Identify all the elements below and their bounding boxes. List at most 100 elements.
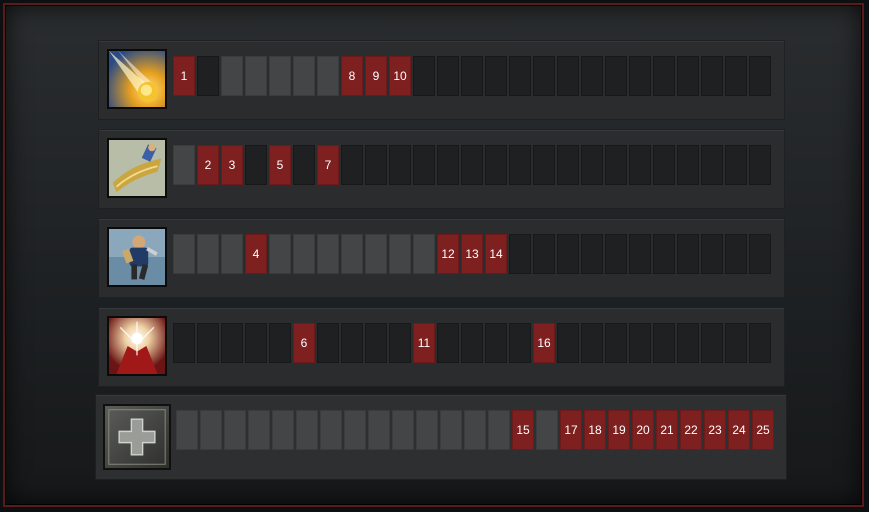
skill-level-slot[interactable]: [605, 234, 627, 274]
plus-icon[interactable]: [103, 404, 171, 470]
skill-level-slot[interactable]: 5: [269, 145, 291, 185]
skill-level-slot[interactable]: 13: [461, 234, 483, 274]
skill-level-slot[interactable]: [749, 145, 771, 185]
skill-level-slot[interactable]: [317, 56, 339, 96]
skill-level-slot[interactable]: [605, 145, 627, 185]
attribute-level-slot[interactable]: [176, 410, 198, 450]
skill-level-slot[interactable]: [437, 323, 459, 363]
skill-level-slot[interactable]: [365, 323, 387, 363]
skill-level-slot[interactable]: 1: [173, 56, 195, 96]
skill-level-slot[interactable]: [677, 145, 699, 185]
skill-level-slot[interactable]: [581, 323, 603, 363]
attribute-level-slot[interactable]: 19: [608, 410, 630, 450]
attribute-level-slot[interactable]: [224, 410, 246, 450]
skill-level-slot[interactable]: [365, 145, 387, 185]
skill-level-slot[interactable]: [173, 145, 195, 185]
skill-level-slot[interactable]: [341, 234, 363, 274]
skill-level-slot[interactable]: [245, 56, 267, 96]
skill-level-slot[interactable]: [389, 234, 411, 274]
skill-level-slot[interactable]: [581, 56, 603, 96]
skill-level-slot[interactable]: [581, 145, 603, 185]
skill-level-slot[interactable]: [173, 323, 195, 363]
skill-level-slot[interactable]: [293, 56, 315, 96]
attribute-level-slot[interactable]: 18: [584, 410, 606, 450]
skill-level-slot[interactable]: [341, 145, 363, 185]
skill-level-slot[interactable]: [197, 234, 219, 274]
skill-level-slot[interactable]: [293, 234, 315, 274]
skill-level-slot[interactable]: [221, 323, 243, 363]
skill-level-slot[interactable]: [629, 145, 651, 185]
skill-level-slot[interactable]: [461, 56, 483, 96]
skill-level-slot[interactable]: [221, 234, 243, 274]
skill-level-slot[interactable]: [197, 323, 219, 363]
skill-level-slot[interactable]: [533, 145, 555, 185]
skill-level-slot[interactable]: 11: [413, 323, 435, 363]
skill-level-slot[interactable]: [485, 56, 507, 96]
skill-level-slot[interactable]: [437, 56, 459, 96]
skill-level-slot[interactable]: [341, 323, 363, 363]
skill-level-slot[interactable]: 12: [437, 234, 459, 274]
attribute-level-slot[interactable]: [272, 410, 294, 450]
skill-level-slot[interactable]: 10: [389, 56, 411, 96]
skill-level-slot[interactable]: [509, 56, 531, 96]
skill-level-slot[interactable]: [365, 234, 387, 274]
attribute-level-slot[interactable]: 22: [680, 410, 702, 450]
attribute-level-slot[interactable]: 24: [728, 410, 750, 450]
skill-level-slot[interactable]: [317, 234, 339, 274]
attribute-level-slot[interactable]: 20: [632, 410, 654, 450]
skill-level-slot[interactable]: [389, 145, 411, 185]
skill-level-slot[interactable]: [485, 145, 507, 185]
skill-level-slot[interactable]: [269, 323, 291, 363]
skill-level-slot[interactable]: [437, 145, 459, 185]
skill-level-slot[interactable]: [293, 145, 315, 185]
skill-level-slot[interactable]: [725, 145, 747, 185]
attribute-level-slot[interactable]: [536, 410, 558, 450]
skill-level-slot[interactable]: [701, 56, 723, 96]
skill-level-slot[interactable]: [221, 56, 243, 96]
golden-cleave-icon[interactable]: [107, 138, 167, 198]
attribute-level-slot[interactable]: [392, 410, 414, 450]
skill-level-slot[interactable]: [749, 234, 771, 274]
skill-level-slot[interactable]: [701, 323, 723, 363]
attribute-level-slot[interactable]: [464, 410, 486, 450]
skill-level-slot[interactable]: [677, 234, 699, 274]
skill-level-slot[interactable]: [749, 323, 771, 363]
skill-level-slot[interactable]: [557, 323, 579, 363]
skill-level-slot[interactable]: [629, 56, 651, 96]
warrior-rush-icon[interactable]: [107, 227, 167, 287]
skill-level-slot[interactable]: [653, 323, 675, 363]
skill-level-slot[interactable]: [653, 56, 675, 96]
skill-level-slot[interactable]: [245, 145, 267, 185]
skill-level-slot[interactable]: [269, 56, 291, 96]
skill-level-slot[interactable]: [557, 145, 579, 185]
skill-level-slot[interactable]: [413, 234, 435, 274]
skill-level-slot[interactable]: 6: [293, 323, 315, 363]
skill-level-slot[interactable]: [605, 323, 627, 363]
skill-level-slot[interactable]: [533, 234, 555, 274]
skill-level-slot[interactable]: 2: [197, 145, 219, 185]
skill-level-slot[interactable]: 16: [533, 323, 555, 363]
skill-level-slot[interactable]: [509, 145, 531, 185]
skill-level-slot[interactable]: [413, 56, 435, 96]
skill-level-slot[interactable]: [749, 56, 771, 96]
skill-level-slot[interactable]: 3: [221, 145, 243, 185]
skill-level-slot[interactable]: [317, 323, 339, 363]
skill-level-slot[interactable]: [653, 145, 675, 185]
attribute-level-slot[interactable]: 17: [560, 410, 582, 450]
skill-level-slot[interactable]: [413, 145, 435, 185]
attribute-level-slot[interactable]: 25: [752, 410, 774, 450]
skill-level-slot[interactable]: [701, 234, 723, 274]
skill-level-slot[interactable]: 14: [485, 234, 507, 274]
attribute-level-slot[interactable]: [488, 410, 510, 450]
skill-level-slot[interactable]: [197, 56, 219, 96]
skill-level-slot[interactable]: 4: [245, 234, 267, 274]
skill-level-slot[interactable]: [677, 56, 699, 96]
skill-level-slot[interactable]: [725, 56, 747, 96]
skill-level-slot[interactable]: 9: [365, 56, 387, 96]
skill-level-slot[interactable]: [581, 234, 603, 274]
skill-level-slot[interactable]: [557, 234, 579, 274]
attribute-level-slot[interactable]: 15: [512, 410, 534, 450]
skill-level-slot[interactable]: [533, 56, 555, 96]
attribute-level-slot[interactable]: [248, 410, 270, 450]
skill-level-slot[interactable]: [677, 323, 699, 363]
